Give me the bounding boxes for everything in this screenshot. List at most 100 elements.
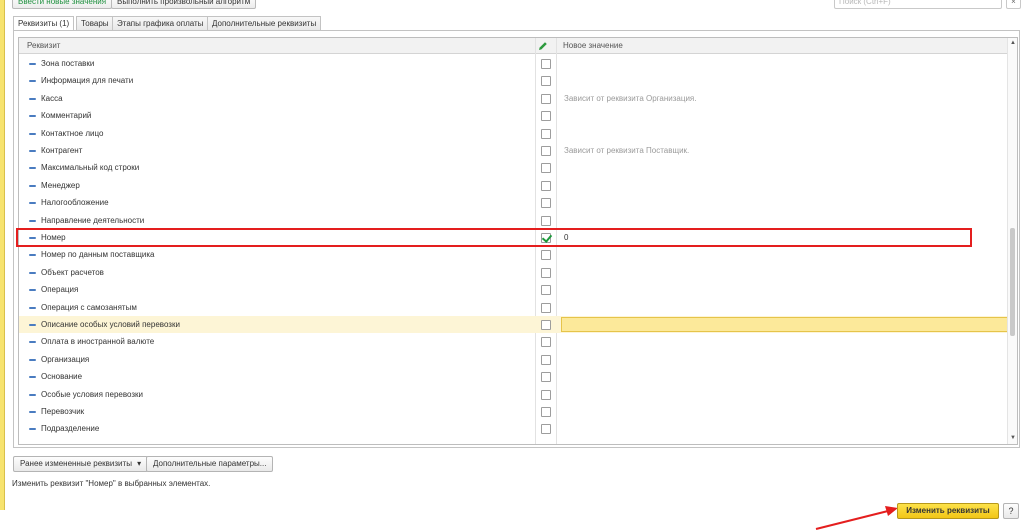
table-row[interactable]: Оплата в иностранной валюте <box>19 333 1007 350</box>
attribute-name: Направление деятельности <box>41 215 145 225</box>
table-row[interactable]: Описание особых условий перевозки <box>19 316 1009 334</box>
table-row[interactable]: Максимальный код строки <box>19 159 1007 176</box>
new-value-input[interactable] <box>561 317 1009 332</box>
table-row[interactable]: Основание <box>19 368 1007 385</box>
attribute-name: Оплата в иностранной валюте <box>41 337 155 347</box>
status-hint: Изменить реквизит "Номер" в выбранных эл… <box>12 479 211 488</box>
table-row[interactable]: Менеджер <box>19 177 1007 194</box>
attribute-marker-icon <box>29 63 36 65</box>
table-row[interactable]: Касса Зависит от реквизита Организация. <box>19 90 1007 107</box>
attribute-name: Особые условия перевозки <box>41 389 143 399</box>
table-row[interactable]: Операция с самозанятым <box>19 299 1007 316</box>
table-row[interactable]: Операция <box>19 281 1007 298</box>
change-checkbox[interactable] <box>541 128 551 139</box>
change-checkbox[interactable] <box>541 302 551 313</box>
change-checkbox[interactable] <box>541 215 551 226</box>
change-checkbox[interactable] <box>541 198 551 209</box>
attribute-marker-icon <box>29 219 36 222</box>
run-algorithm-button[interactable]: Выполнить произвольный алгоритм <box>111 0 257 9</box>
attribute-marker-icon <box>29 202 36 205</box>
change-checkbox[interactable] <box>541 320 551 330</box>
attribute-name: Комментарий <box>41 111 92 121</box>
change-checkbox[interactable] <box>541 76 551 87</box>
change-checkbox[interactable] <box>541 337 551 348</box>
attribute-name: Контрагент <box>41 146 83 155</box>
tab-goods[interactable]: Товары <box>76 16 114 30</box>
attribute-marker-icon <box>29 115 36 118</box>
attribute-marker-icon <box>29 80 36 83</box>
change-checkbox[interactable] <box>541 285 551 296</box>
attribute-marker-icon <box>29 341 36 344</box>
scroll-down-icon[interactable]: ▼ <box>1009 434 1017 442</box>
table-row[interactable]: Комментарий <box>19 107 1007 124</box>
attribute-name: Операция с самозанятым <box>41 302 137 312</box>
attribute-name: Информация для печати <box>41 76 134 86</box>
dropdown-icon: ▾ <box>137 459 142 468</box>
column-header-new-value[interactable]: Новое значение <box>563 38 623 54</box>
table-row[interactable]: Подразделение <box>19 420 1007 437</box>
attribute-name: Операция <box>41 285 79 295</box>
attribute-name: Налогообложение <box>41 198 109 208</box>
left-accent-bar <box>0 0 5 510</box>
tab-additional-attributes[interactable]: Дополнительные реквизиты <box>207 16 322 30</box>
scrollbar-thumb[interactable] <box>1010 228 1015 336</box>
table-row[interactable]: Номер по данным поставщика <box>19 246 1007 263</box>
column-header-attribute[interactable]: Реквизит <box>27 38 60 54</box>
change-checkbox[interactable] <box>541 111 551 122</box>
attribute-name: Зона поставки <box>41 59 95 68</box>
tab-payment-schedule[interactable]: Этапы графика оплаты <box>112 16 209 30</box>
attribute-name: Номер по данным поставщика <box>41 250 155 260</box>
table-header: Реквизит Новое значение <box>19 38 1007 54</box>
table-row[interactable]: Организация <box>19 351 1007 368</box>
enter-new-values-button[interactable]: Ввести новые значения <box>12 0 113 9</box>
table-row[interactable]: Информация для печати <box>19 72 1007 89</box>
attribute-marker-icon <box>29 271 36 274</box>
attribute-name: Описание особых условий перевозки <box>41 320 180 329</box>
change-checkbox[interactable] <box>541 407 551 417</box>
change-checkbox[interactable] <box>541 146 551 156</box>
attribute-marker-icon <box>29 150 36 152</box>
change-checkbox[interactable] <box>541 93 551 104</box>
attribute-name: Объект расчетов <box>41 267 104 277</box>
attribute-marker-icon <box>29 393 36 396</box>
change-checkbox[interactable] <box>541 59 551 69</box>
attribute-name: Касса <box>41 93 63 103</box>
table-row[interactable]: Налогообложение <box>19 194 1007 211</box>
change-checkbox[interactable] <box>541 267 551 278</box>
additional-params-button[interactable]: Дополнительные параметры... <box>146 456 274 472</box>
vertical-scrollbar[interactable]: ▲ ▼ <box>1007 38 1017 444</box>
new-value-cell[interactable]: Зависит от реквизита Организация. <box>564 90 697 107</box>
table-row[interactable]: Направление деятельности <box>19 212 1007 229</box>
pencil-icon <box>539 42 547 50</box>
attribute-marker-icon <box>29 306 36 309</box>
attribute-name: Контактное лицо <box>41 128 104 138</box>
change-checkbox[interactable] <box>541 180 551 191</box>
table-row[interactable]: Перевозчик <box>19 403 1007 420</box>
previously-changed-label: Ранее измененные реквизиты <box>20 459 132 468</box>
change-checkbox[interactable] <box>541 250 551 261</box>
change-checkbox[interactable] <box>541 163 551 174</box>
help-button[interactable]: ? <box>1003 503 1019 519</box>
attribute-marker-icon <box>29 97 36 100</box>
attribute-marker-icon <box>29 289 36 292</box>
table-row[interactable]: Зона поставки <box>19 55 1007 72</box>
search-clear-button[interactable]: × <box>1006 0 1021 9</box>
table-row[interactable]: Объект расчетов <box>19 264 1007 281</box>
previously-changed-button[interactable]: Ранее измененные реквизиты ▾ <box>13 456 149 472</box>
table-row[interactable]: Контактное лицо <box>19 125 1007 142</box>
new-value-cell[interactable]: Зависит от реквизита Поставщик. <box>564 142 689 159</box>
table-row[interactable]: Особые условия перевозки <box>19 386 1007 403</box>
table-row[interactable]: Контрагент Зависит от реквизита Поставщик… <box>19 142 1007 159</box>
scroll-up-icon[interactable]: ▲ <box>1009 39 1017 47</box>
tab-attributes[interactable]: Реквизиты (1) <box>13 16 75 31</box>
change-checkbox[interactable] <box>541 372 551 383</box>
attribute-marker-icon <box>29 358 36 361</box>
attribute-name: Основание <box>41 372 83 382</box>
change-checkbox[interactable] <box>541 389 551 400</box>
search-input[interactable]: Поиск (Ctrl+F) <box>834 0 1002 9</box>
change-checkbox[interactable] <box>541 424 551 435</box>
change-attributes-button[interactable]: Изменить реквизиты <box>897 503 999 519</box>
attribute-name: Организация <box>41 354 90 364</box>
attribute-marker-icon <box>29 132 36 135</box>
change-checkbox[interactable] <box>541 354 551 365</box>
